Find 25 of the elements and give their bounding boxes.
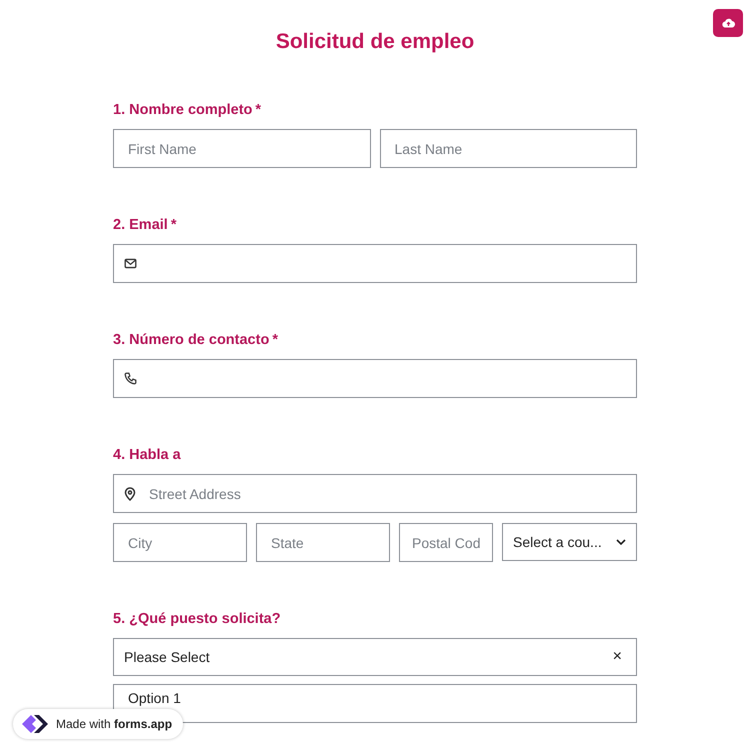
mail-icon	[124, 257, 137, 270]
text-field[interactable]: State	[256, 523, 390, 562]
dropdown-select[interactable]: Please Select ×	[113, 638, 637, 676]
question-label: 5. ¿Qué puesto solicita?	[113, 610, 281, 629]
location-pin-icon	[124, 487, 136, 501]
text-field[interactable]: First Name	[113, 129, 370, 168]
logo-icon	[20, 712, 50, 736]
text-field[interactable]: Postal Cod	[399, 523, 493, 562]
question-label: 4. Habla a	[113, 446, 181, 465]
question-label: 3. Número de contacto *	[113, 331, 278, 350]
country-select[interactable]: Select a cou...	[502, 523, 637, 561]
clear-button[interactable]: ×	[608, 648, 626, 666]
question-label: 1. Nombre completo *	[113, 101, 262, 120]
text-field[interactable]: Last Name	[380, 129, 637, 168]
cloud-upload-icon	[722, 18, 734, 28]
question-label: 2. Email *	[113, 216, 176, 235]
made-with-badge[interactable]: Made with forms.app	[13, 709, 184, 739]
text-field[interactable]: City	[113, 523, 247, 562]
street-field[interactable]: Street Address	[113, 474, 637, 513]
chevron-down-icon	[616, 539, 626, 545]
phone-icon	[124, 372, 137, 385]
phone-field[interactable]	[113, 359, 637, 398]
email-field[interactable]	[113, 244, 637, 283]
form-title: Solicitud de empleo	[274, 29, 476, 55]
upload-button[interactable]	[713, 9, 743, 37]
